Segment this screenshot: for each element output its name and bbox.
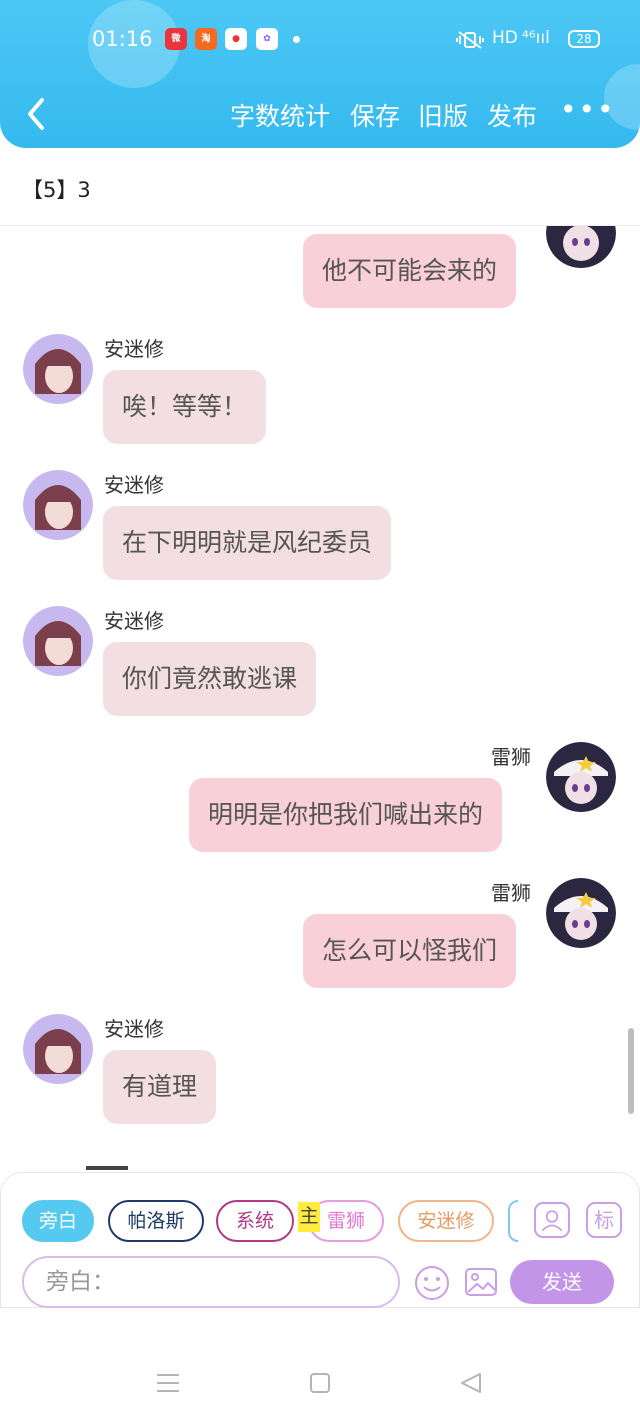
notification-dot [293, 36, 300, 43]
tag-button[interactable]: 标 [586, 1202, 622, 1238]
taobao-icon: 淘 [195, 28, 217, 50]
message-bubble[interactable]: 明明是你把我们喊出来的 [189, 778, 503, 852]
role-chip-system[interactable]: 系统 [216, 1200, 294, 1242]
message-bubble[interactable]: 怎么可以怪我们 [303, 914, 517, 988]
chat-area[interactable]: 他不可能会来的 安迷修 唉！等等！ 安迷修 在下明明就是风纪委员 安迷修 你们竟… [0, 226, 640, 1174]
speaker-name: 雷狮 [491, 881, 531, 905]
publish-button[interactable]: 发布 [487, 97, 537, 133]
system-nav-bar [0, 1330, 640, 1422]
role-chip-narrator[interactable]: 旁白 [22, 1200, 94, 1242]
back-button[interactable] [22, 96, 50, 132]
cutoff-text-fragment [86, 1166, 128, 1170]
avatar-anmixiu[interactable] [23, 1014, 93, 1084]
role-chip-anmixiu[interactable]: 安迷修 [398, 1200, 494, 1242]
role-chip-paluosi[interactable]: 帕洛斯 [108, 1200, 204, 1242]
send-button[interactable]: 发送 [510, 1260, 614, 1304]
network-hd: HD [492, 28, 518, 48]
more-button[interactable]: ••• [560, 96, 614, 128]
avatar-leishi[interactable] [546, 226, 616, 268]
old-version-button[interactable]: 旧版 [418, 97, 468, 133]
avatar-anmixiu[interactable] [23, 606, 93, 676]
top-header: 01:16 微 淘 ● ✿ HD ⁴⁶ııl 28 字数统计 保存 旧版 发布 … [0, 0, 640, 148]
main-role-marker: 主 [298, 1202, 320, 1232]
message-bubble[interactable]: 在下明明就是风纪委员 [103, 506, 392, 580]
weibo-icon: 微 [165, 28, 187, 50]
speaker-name: 安迷修 [104, 1017, 164, 1041]
person-card-icon[interactable] [534, 1202, 570, 1238]
role-chip-partial[interactable] [508, 1200, 518, 1242]
avatar-anmixiu[interactable] [23, 470, 93, 540]
chapter-title[interactable]: 【5】3 [22, 174, 91, 204]
message-bubble[interactable]: 唉！等等！ [103, 370, 267, 444]
avatar-leishi[interactable] [546, 878, 616, 948]
word-count-button[interactable]: 字数统计 [230, 97, 330, 133]
chat-scrollbar[interactable] [628, 1028, 634, 1114]
photo-icon: ✿ [256, 28, 278, 50]
emoji-icon[interactable] [413, 1264, 451, 1302]
battery-icon: 28 [568, 30, 600, 48]
avatar-leishi[interactable] [546, 742, 616, 812]
vibrate-icon [456, 31, 484, 49]
speaker-name: 安迷修 [104, 473, 164, 497]
speaker-name: 安迷修 [104, 609, 164, 633]
signal-icon: ⁴⁶ııl [522, 28, 550, 48]
message-bubble[interactable]: 有道理 [103, 1050, 217, 1124]
avatar-anmixiu[interactable] [23, 334, 93, 404]
home-icon[interactable] [309, 1372, 331, 1394]
image-icon[interactable] [463, 1264, 499, 1300]
message-input[interactable]: 旁白： [22, 1256, 400, 1308]
message-bubble[interactable]: 他不可能会来的 [303, 234, 517, 308]
app-root: 01:16 微 淘 ● ✿ HD ⁴⁶ııl 28 字数统计 保存 旧版 发布 … [0, 0, 640, 1422]
speaker-name: 安迷修 [104, 337, 164, 361]
music-icon: ● [225, 28, 247, 50]
save-button[interactable]: 保存 [350, 97, 400, 133]
back-icon[interactable] [459, 1371, 483, 1395]
message-bubble[interactable]: 你们竟然敢逃课 [103, 642, 317, 716]
chapter-title-row: 【5】3 [0, 148, 640, 226]
speaker-name: 雷狮 [491, 745, 531, 769]
menu-icon[interactable] [156, 1372, 180, 1394]
status-time: 01:16 [92, 27, 153, 51]
